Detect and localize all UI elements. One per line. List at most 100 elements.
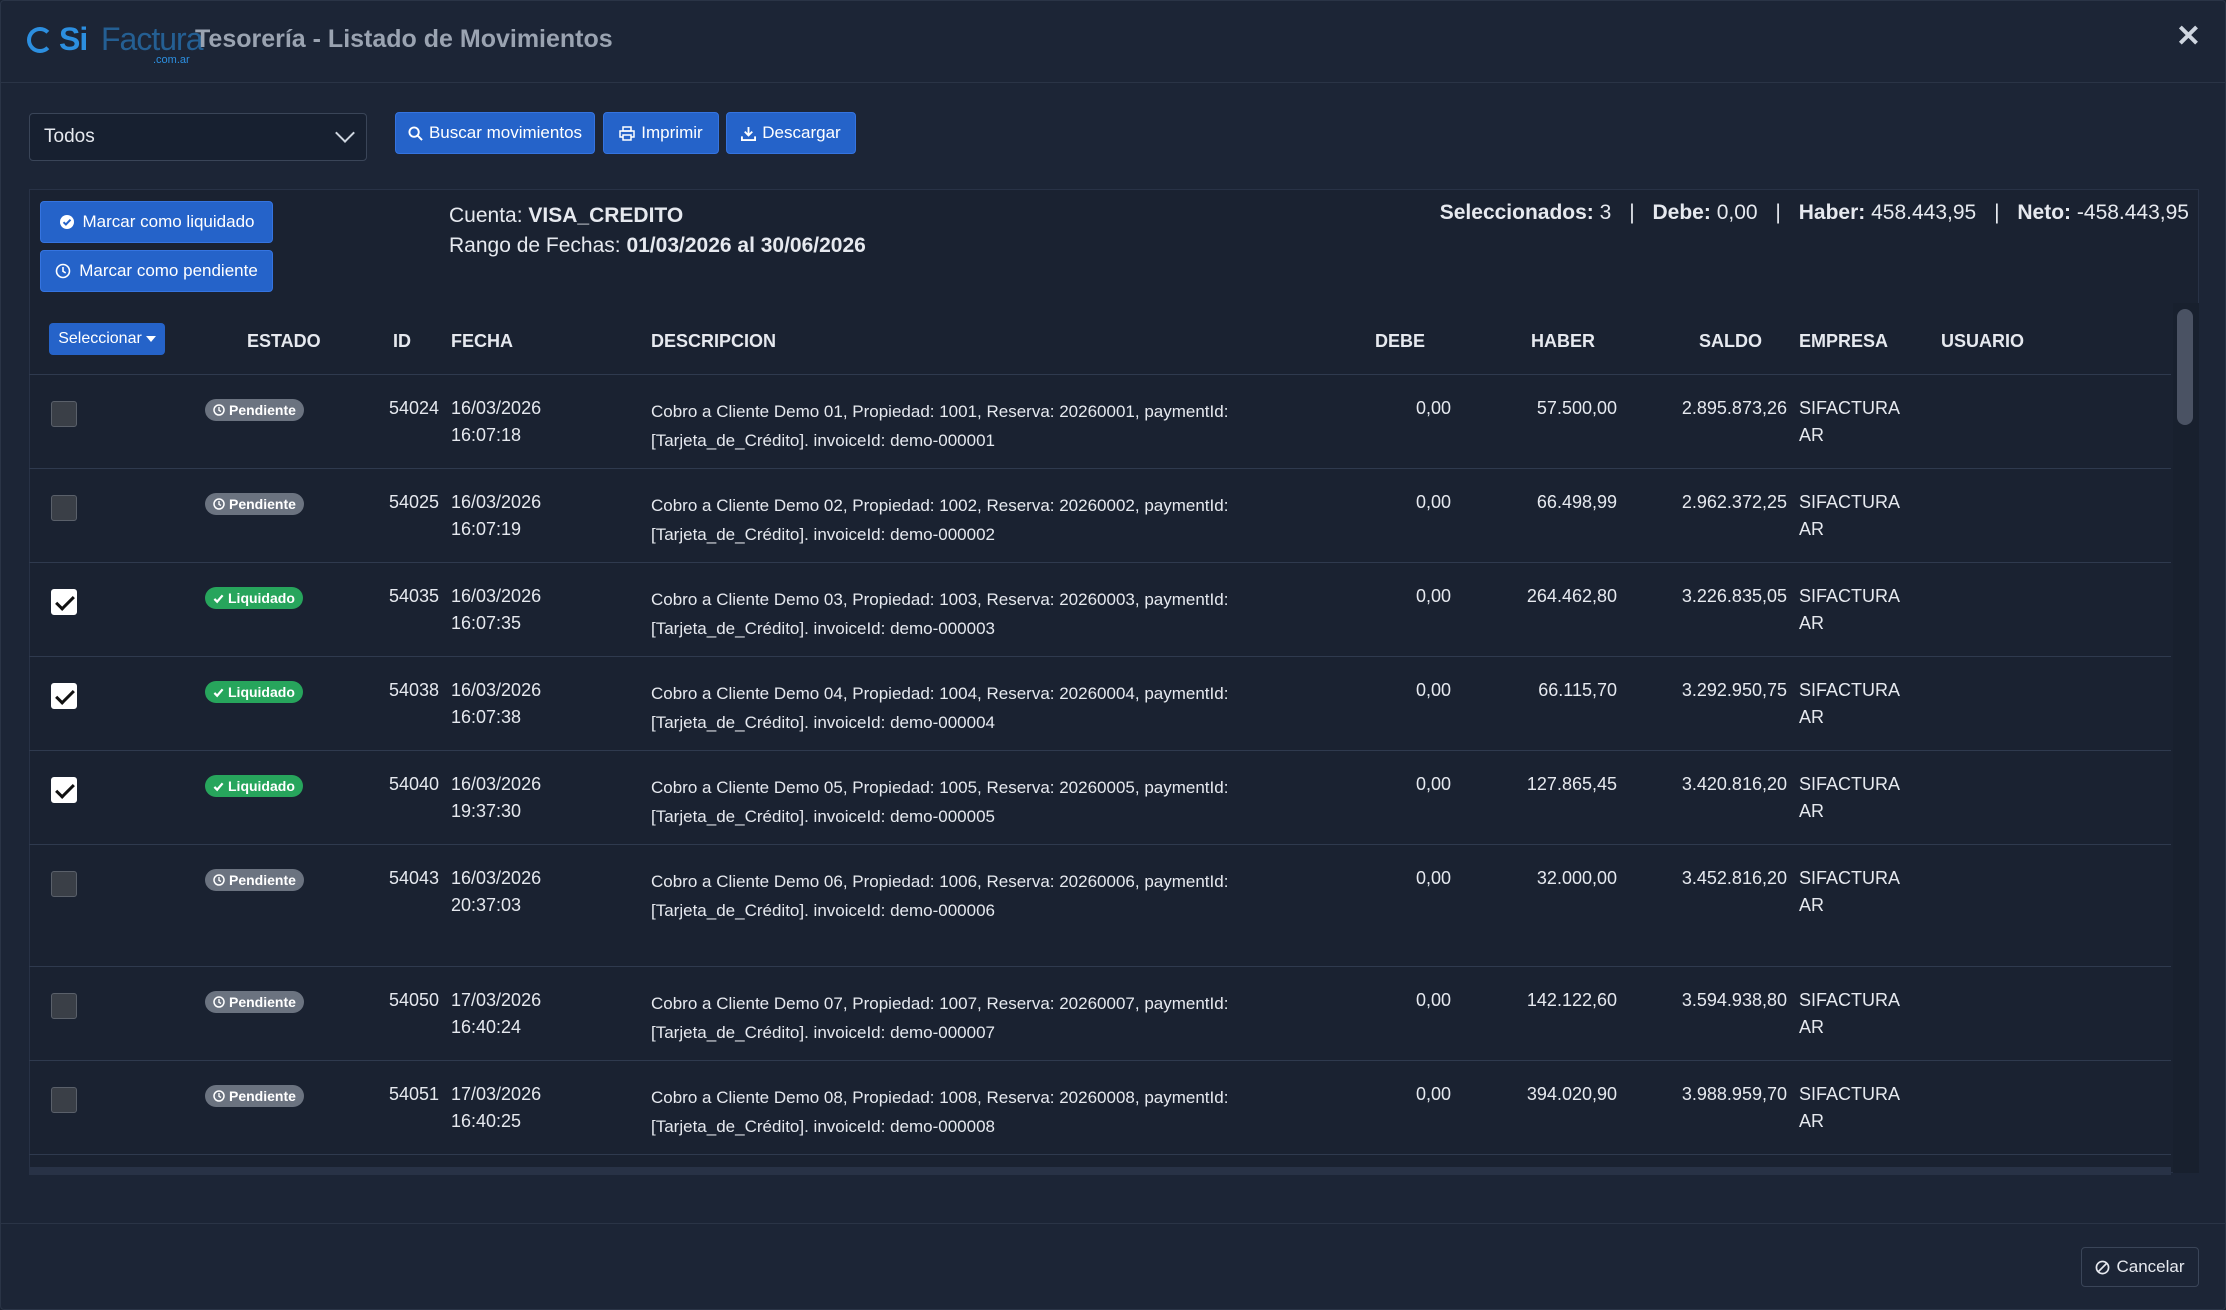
date-range-value: 01/03/2026 al 30/06/2026 — [626, 234, 866, 257]
footer-divider — [1, 1223, 2225, 1224]
selected-value: 3 — [1599, 201, 1612, 224]
row-checkbox[interactable] — [51, 993, 77, 1019]
row-checkbox[interactable] — [51, 871, 77, 897]
row-date-day: 17/03/2026 — [451, 990, 542, 1010]
column-header-descripcion[interactable]: DESCRIPCION — [651, 331, 776, 352]
clock-icon — [213, 404, 225, 416]
row-checkbox[interactable] — [51, 683, 77, 709]
row-description-line2: [Tarjeta_de_Crédito]. invoiceId: demo-00… — [651, 1023, 995, 1042]
table-row[interactable]: Pendiente 54050 17/03/2026 16:40:24 Cobro a … — [29, 967, 2171, 1061]
row-empresa-line2: AR — [1799, 519, 1825, 539]
row-empresa: SIFACTURA AR — [1799, 677, 1900, 731]
row-date-day: 17/03/2026 — [451, 1084, 542, 1104]
date-range-label: Rango de Fechas: — [449, 234, 621, 257]
row-saldo: 3.420.816,20 — [1681, 774, 1787, 794]
row-id: 54043 — [388, 868, 439, 888]
cancel-button[interactable]: Cancelar — [2081, 1247, 2199, 1287]
row-debe: 0,00 — [1415, 586, 1451, 606]
row-description-line1: Cobro a Cliente Demo 06, Propiedad: 1006… — [651, 872, 1229, 891]
status-badge-label: Pendiente — [229, 1088, 296, 1104]
row-empresa-line2: AR — [1799, 1017, 1825, 1037]
selection-totals: Seleccionados: 3 | Debe: 0,00 | Haber: 4… — [1440, 201, 2189, 225]
select-dropdown-button[interactable]: Seleccionar — [49, 323, 165, 355]
close-icon[interactable]: ✕ — [2176, 19, 2201, 54]
table-row[interactable]: Liquidado 54040 16/03/2026 19:37:30 Cobro a … — [29, 751, 2171, 845]
column-header-haber[interactable]: HABER — [1531, 331, 1595, 352]
mark-liquidated-button[interactable]: Marcar como liquidado — [40, 201, 273, 243]
row-checkbox[interactable] — [51, 495, 77, 521]
download-button[interactable]: Descargar — [726, 112, 856, 154]
row-description-line2: [Tarjeta_de_Crédito]. invoiceId: demo-00… — [651, 1117, 995, 1136]
row-date-day: 16/03/2026 — [451, 680, 542, 700]
search-movements-button[interactable]: Buscar movimientos — [395, 112, 595, 154]
scrollbar-thumb[interactable] — [2177, 309, 2193, 425]
table-row[interactable]: Liquidado 54035 16/03/2026 16:07:35 Cobro a … — [29, 563, 2171, 657]
row-checkbox[interactable] — [51, 589, 77, 615]
movement-filter-select[interactable]: Todos — [29, 113, 367, 161]
row-description-line2: [Tarjeta_de_Crédito]. invoiceId: demo-00… — [651, 431, 995, 450]
movements-table: Seleccionar ESTADO ID FECHA DESCRIPCION … — [29, 303, 2171, 1173]
row-empresa-line2: AR — [1799, 895, 1825, 915]
column-header-usuario[interactable]: USUARIO — [1941, 331, 2024, 352]
status-badge-label: Pendiente — [229, 872, 296, 888]
row-description: Cobro a Cliente Demo 04, Propiedad: 1004… — [651, 679, 1228, 737]
row-debe: 0,00 — [1415, 1084, 1451, 1104]
logo-factura: Factura — [101, 21, 203, 57]
status-badge-label: Liquidado — [228, 778, 295, 794]
row-id: 54025 — [388, 492, 439, 512]
row-empresa-line2: AR — [1799, 1111, 1825, 1131]
row-date-time: 16:07:18 — [451, 425, 522, 445]
status-badge: Liquidado — [205, 775, 303, 797]
table-row[interactable]: Pendiente 54024 16/03/2026 16:07:18 Cobro a … — [29, 375, 2171, 469]
row-empresa-line2: AR — [1799, 707, 1825, 727]
row-description-line2: [Tarjeta_de_Crédito]. invoiceId: demo-00… — [651, 525, 995, 544]
table-row[interactable]: Pendiente 54051 17/03/2026 16:40:25 Cobro a … — [29, 1061, 2171, 1155]
row-id: 54051 — [388, 1084, 439, 1104]
account-info: Cuenta: VISA_CREDITO Rango de Fechas: 01… — [449, 201, 866, 261]
debe-label: Debe: — [1652, 201, 1711, 224]
account-value: VISA_CREDITO — [528, 204, 684, 227]
table-row[interactable]: Liquidado 54038 16/03/2026 16:07:38 Cobro a … — [29, 657, 2171, 751]
row-empresa: SIFACTURA AR — [1799, 865, 1900, 919]
neto-value: -458.443,95 — [2076, 201, 2189, 224]
column-header-debe[interactable]: DEBE — [1375, 331, 1425, 352]
column-header-empresa[interactable]: EMPRESA — [1799, 331, 1888, 352]
haber-label: Haber: — [1798, 201, 1866, 224]
column-header-id[interactable]: ID — [393, 331, 411, 352]
ban-icon — [2096, 1260, 2110, 1274]
mark-pending-button[interactable]: Marcar como pendiente — [40, 250, 273, 292]
row-date-time: 19:37:30 — [451, 801, 522, 821]
horizontal-scrollbar[interactable] — [29, 1167, 2171, 1175]
mark-pending-label: Marcar como pendiente — [79, 261, 258, 280]
vertical-scrollbar[interactable] — [2173, 303, 2199, 1173]
clock-icon — [213, 874, 225, 886]
chevron-down-icon — [335, 123, 355, 143]
row-date: 16/03/2026 16:07:38 — [451, 677, 541, 731]
print-button[interactable]: Imprimir — [603, 112, 719, 154]
status-badge: Pendiente — [205, 399, 304, 421]
account-line: Cuenta: VISA_CREDITO — [449, 201, 866, 231]
date-range-line: Rango de Fechas: 01/03/2026 al 30/06/202… — [449, 231, 866, 261]
row-description: Cobro a Cliente Demo 05, Propiedad: 1005… — [651, 773, 1228, 831]
row-date: 16/03/2026 20:37:03 — [451, 865, 541, 919]
logo-si: Si — [59, 21, 88, 57]
row-date-time: 16:07:19 — [451, 519, 522, 539]
row-checkbox[interactable] — [51, 401, 77, 427]
status-badge: Pendiente — [205, 493, 304, 515]
table-row[interactable]: Pendiente 54025 16/03/2026 16:07:19 Cobro a … — [29, 469, 2171, 563]
row-checkbox[interactable] — [51, 777, 77, 803]
clock-icon — [213, 1090, 225, 1102]
column-header-saldo[interactable]: SALDO — [1699, 331, 1762, 352]
select-dropdown-label: Seleccionar — [58, 330, 142, 347]
row-debe: 0,00 — [1415, 774, 1451, 794]
status-badge: Pendiente — [205, 869, 304, 891]
row-checkbox[interactable] — [51, 1087, 77, 1113]
clock-icon — [213, 498, 225, 510]
row-empresa: SIFACTURA AR — [1799, 987, 1900, 1041]
column-header-fecha[interactable]: FECHA — [451, 331, 513, 352]
row-id: 54040 — [388, 774, 439, 794]
row-description-line1: Cobro a Cliente Demo 02, Propiedad: 1002… — [651, 496, 1229, 515]
haber-value: 458.443,95 — [1871, 201, 1977, 224]
column-header-estado[interactable]: ESTADO — [247, 331, 321, 352]
table-row[interactable]: Pendiente 54043 16/03/2026 20:37:03 Cobro a … — [29, 845, 2171, 967]
